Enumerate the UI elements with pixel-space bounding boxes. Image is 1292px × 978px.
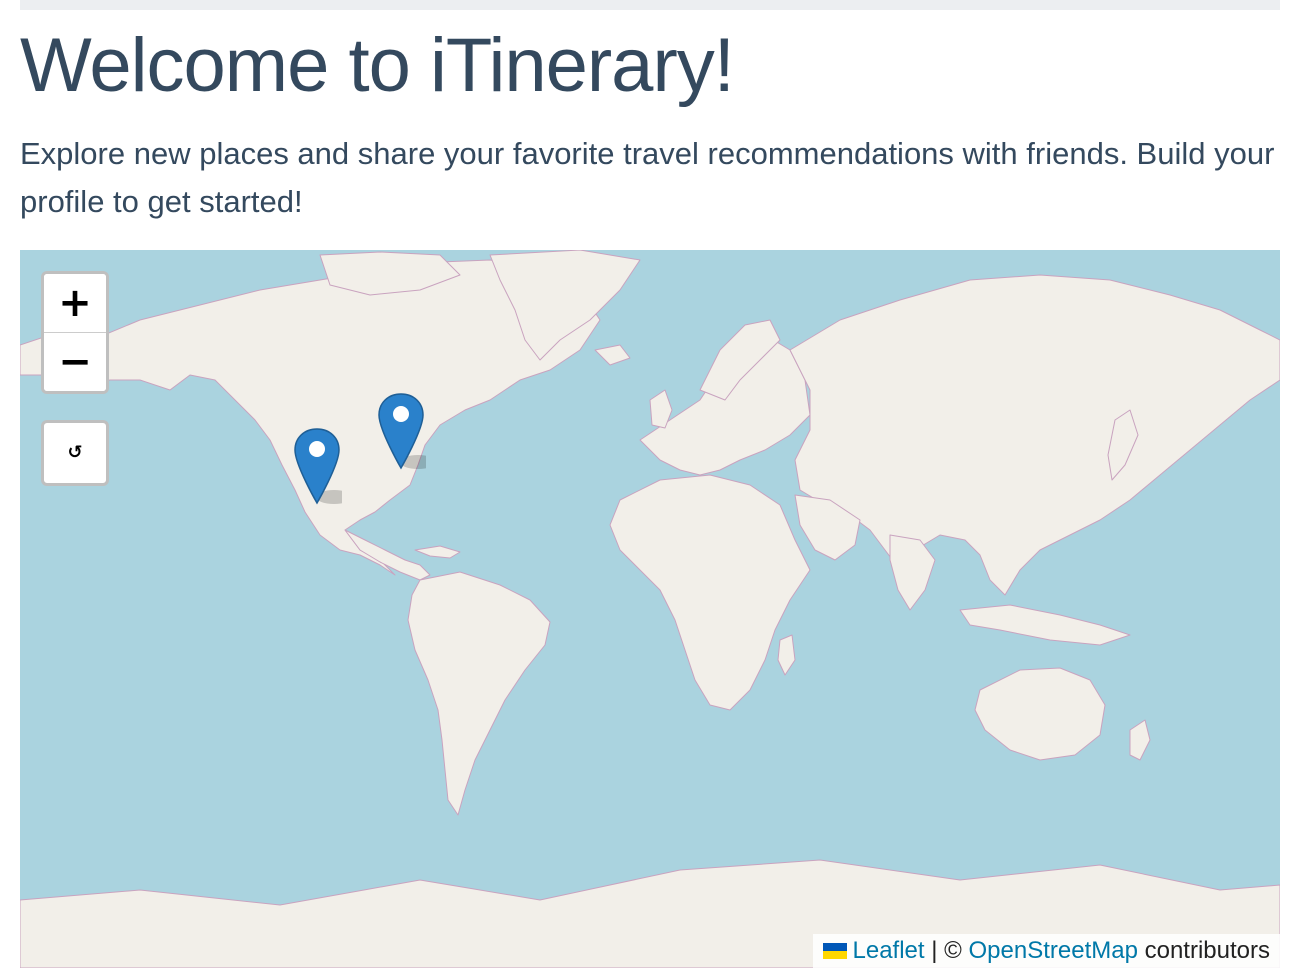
map-pin-icon [294,428,352,505]
ukraine-flag-icon [822,943,847,959]
top-bar [20,0,1280,10]
zoom-out-button[interactable]: − [44,333,106,391]
map-marker-west-coast[interactable] [292,427,352,509]
world-map[interactable]: + − ↺ Leaflet | © OpenStreetMap contribu… [20,250,1280,968]
page-container: Welcome to iTinerary! Explore new places… [20,0,1280,968]
zoom-in-button[interactable]: + [44,274,106,333]
attribution-suffix: contributors [1137,937,1270,964]
map-pin-icon [378,393,436,470]
map-tiles[interactable] [20,250,1280,968]
zoom-control: + − [41,271,109,394]
map-attribution: Leaflet | © OpenStreetMap contributors [812,934,1280,968]
map-marker-great-lakes[interactable] [376,392,436,474]
attribution-separator: | © [924,937,969,964]
page-intro: Explore new places and share your favori… [20,136,1275,219]
openstreetmap-link[interactable]: OpenStreetMap [969,937,1138,964]
reset-view-button[interactable]: ↺ [41,420,109,486]
reset-icon: ↺ [67,442,83,463]
leaflet-link[interactable]: Leaflet [853,937,925,964]
page-title: Welcome to iTinerary! [20,23,735,108]
